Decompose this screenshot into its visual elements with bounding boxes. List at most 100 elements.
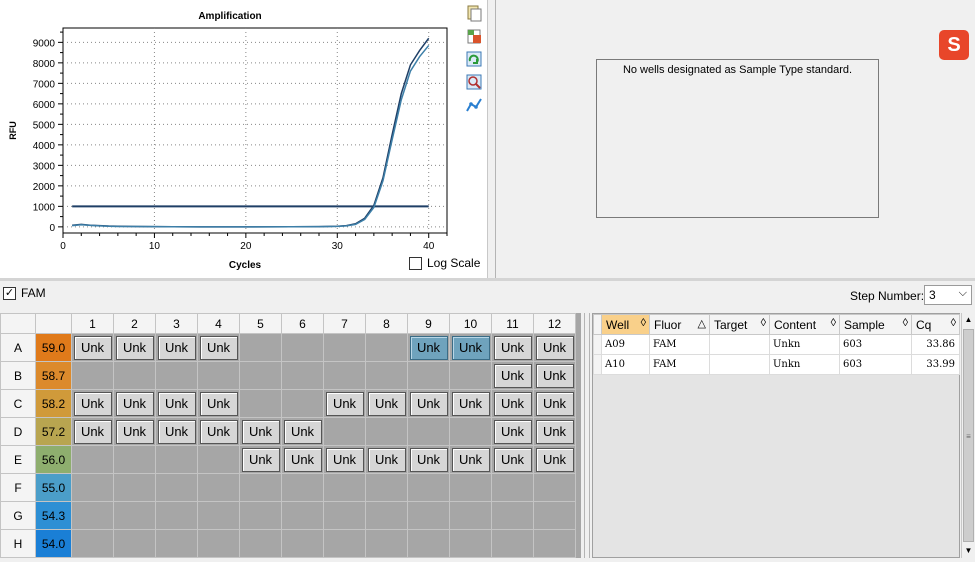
table-cell[interactable]: 603 xyxy=(839,334,912,355)
plate-well[interactable] xyxy=(323,417,366,446)
plate-well[interactable] xyxy=(365,501,408,530)
plate-well[interactable] xyxy=(197,473,240,502)
plate-well[interactable]: Unk xyxy=(491,333,534,362)
well-unknown[interactable]: Unk xyxy=(73,419,112,444)
plate-row-header[interactable]: A xyxy=(0,333,36,362)
plate-well[interactable] xyxy=(407,361,450,390)
plate-well[interactable] xyxy=(449,473,492,502)
plate-well[interactable] xyxy=(407,501,450,530)
plate-well[interactable] xyxy=(323,361,366,390)
sort-icon[interactable]: △ xyxy=(698,317,706,330)
column-header-fluor[interactable]: Fluor △ xyxy=(649,314,710,335)
well-unknown[interactable]: Unk xyxy=(73,391,112,416)
plate-well[interactable] xyxy=(323,473,366,502)
fam-checkbox[interactable]: ✓ xyxy=(3,286,16,300)
plate-well[interactable]: Unk xyxy=(197,417,240,446)
column-header-well[interactable]: Well ◊ xyxy=(601,314,650,335)
plate-well[interactable] xyxy=(281,361,324,390)
line-style-icon[interactable] xyxy=(465,96,483,114)
well-unknown[interactable]: Unk xyxy=(367,447,406,472)
plate-well[interactable] xyxy=(491,473,534,502)
plate-well[interactable] xyxy=(113,445,156,474)
plate-well[interactable]: Unk xyxy=(365,445,408,474)
plate-well[interactable]: Unk xyxy=(71,389,114,418)
plate-well[interactable]: Unk xyxy=(239,417,282,446)
plate-well[interactable]: Unk xyxy=(491,361,534,390)
well-unknown[interactable]: Unk xyxy=(535,447,574,472)
well-unknown[interactable]: Unk xyxy=(283,447,322,472)
plate-well[interactable] xyxy=(533,473,576,502)
plate-well[interactable]: Unk xyxy=(533,389,576,418)
plate-well[interactable] xyxy=(407,529,450,558)
well-unknown[interactable]: Unk xyxy=(241,447,280,472)
plate-row-header[interactable]: D xyxy=(0,417,36,446)
scroll-up-icon[interactable]: ▲ xyxy=(962,313,975,327)
plate-well[interactable]: Unk xyxy=(533,417,576,446)
table-cell[interactable]: FAM xyxy=(649,354,710,375)
plate-well[interactable] xyxy=(197,361,240,390)
table-cell[interactable] xyxy=(709,354,770,375)
table-cell[interactable] xyxy=(709,334,770,355)
grid-corner[interactable] xyxy=(593,314,602,335)
plate-well[interactable]: Unk xyxy=(491,445,534,474)
log-scale-checkbox[interactable] xyxy=(409,256,422,270)
well-unknown[interactable]: Unk xyxy=(535,335,574,360)
results-scrollbar[interactable]: ▲ ≡ ▼ xyxy=(961,313,975,558)
column-header-content[interactable]: Content ◊ xyxy=(769,314,840,335)
plate-well[interactable]: Unk xyxy=(407,389,450,418)
table-cell[interactable]: 603 xyxy=(839,354,912,375)
plate-well[interactable]: Unk xyxy=(449,445,492,474)
plate-well[interactable] xyxy=(197,445,240,474)
plate-well[interactable]: Unk xyxy=(281,417,324,446)
plate-well[interactable] xyxy=(449,417,492,446)
plate-column-header[interactable]: 7 xyxy=(323,313,366,334)
sort-icon[interactable]: ◊ xyxy=(951,317,956,329)
row-header[interactable] xyxy=(593,334,602,355)
plate-row-header[interactable]: G xyxy=(0,501,36,530)
table-cell[interactable]: A10 xyxy=(601,354,650,375)
plate-well[interactable] xyxy=(323,333,366,362)
plate-well[interactable] xyxy=(197,501,240,530)
fam-filter[interactable]: ✓ FAM xyxy=(3,286,46,300)
well-unknown[interactable]: Unk xyxy=(535,363,574,388)
plate-well[interactable]: Unk xyxy=(365,389,408,418)
plate-well[interactable]: Unk xyxy=(407,445,450,474)
plate-column-header[interactable]: 10 xyxy=(449,313,492,334)
plate-well[interactable] xyxy=(533,529,576,558)
plate-well[interactable]: Unk xyxy=(449,333,492,362)
well-unknown[interactable]: Unk xyxy=(493,391,532,416)
well-unknown[interactable]: Unk xyxy=(199,335,238,360)
table-row[interactable]: A09 FAM Unkn 603 33.86 xyxy=(593,334,960,355)
well-unknown[interactable]: Unk xyxy=(73,335,112,360)
plate-well[interactable] xyxy=(239,389,282,418)
sort-icon[interactable]: ◊ xyxy=(641,317,646,329)
well-unknown[interactable]: Unk xyxy=(493,447,532,472)
well-unknown[interactable]: Unk xyxy=(493,363,532,388)
row-header[interactable] xyxy=(593,354,602,375)
plate-well[interactable] xyxy=(113,473,156,502)
plate-column-header[interactable]: 12 xyxy=(533,313,576,334)
well-unknown-selected[interactable]: Unk xyxy=(451,335,490,360)
plate-well[interactable] xyxy=(155,501,198,530)
plate-well[interactable] xyxy=(155,473,198,502)
plate-well[interactable]: Unk xyxy=(323,389,366,418)
plate-well[interactable] xyxy=(155,529,198,558)
plate-well[interactable] xyxy=(491,529,534,558)
plate-column-header[interactable]: 9 xyxy=(407,313,450,334)
well-unknown[interactable]: Unk xyxy=(115,419,154,444)
plate-column-header[interactable]: 11 xyxy=(491,313,534,334)
plate-well[interactable] xyxy=(365,529,408,558)
plate-well[interactable] xyxy=(71,361,114,390)
plate-well[interactable] xyxy=(71,445,114,474)
well-unknown[interactable]: Unk xyxy=(157,391,196,416)
well-unknown[interactable]: Unk xyxy=(115,391,154,416)
plate-well[interactable] xyxy=(113,529,156,558)
well-unknown[interactable]: Unk xyxy=(199,419,238,444)
log-scale-toggle[interactable]: Log Scale xyxy=(409,256,480,270)
column-header-target[interactable]: Target ◊ xyxy=(709,314,770,335)
plate-well[interactable] xyxy=(281,501,324,530)
well-unknown[interactable]: Unk xyxy=(535,391,574,416)
plate-well[interactable] xyxy=(491,501,534,530)
export-icon[interactable] xyxy=(465,27,483,45)
well-unknown[interactable]: Unk xyxy=(283,419,322,444)
